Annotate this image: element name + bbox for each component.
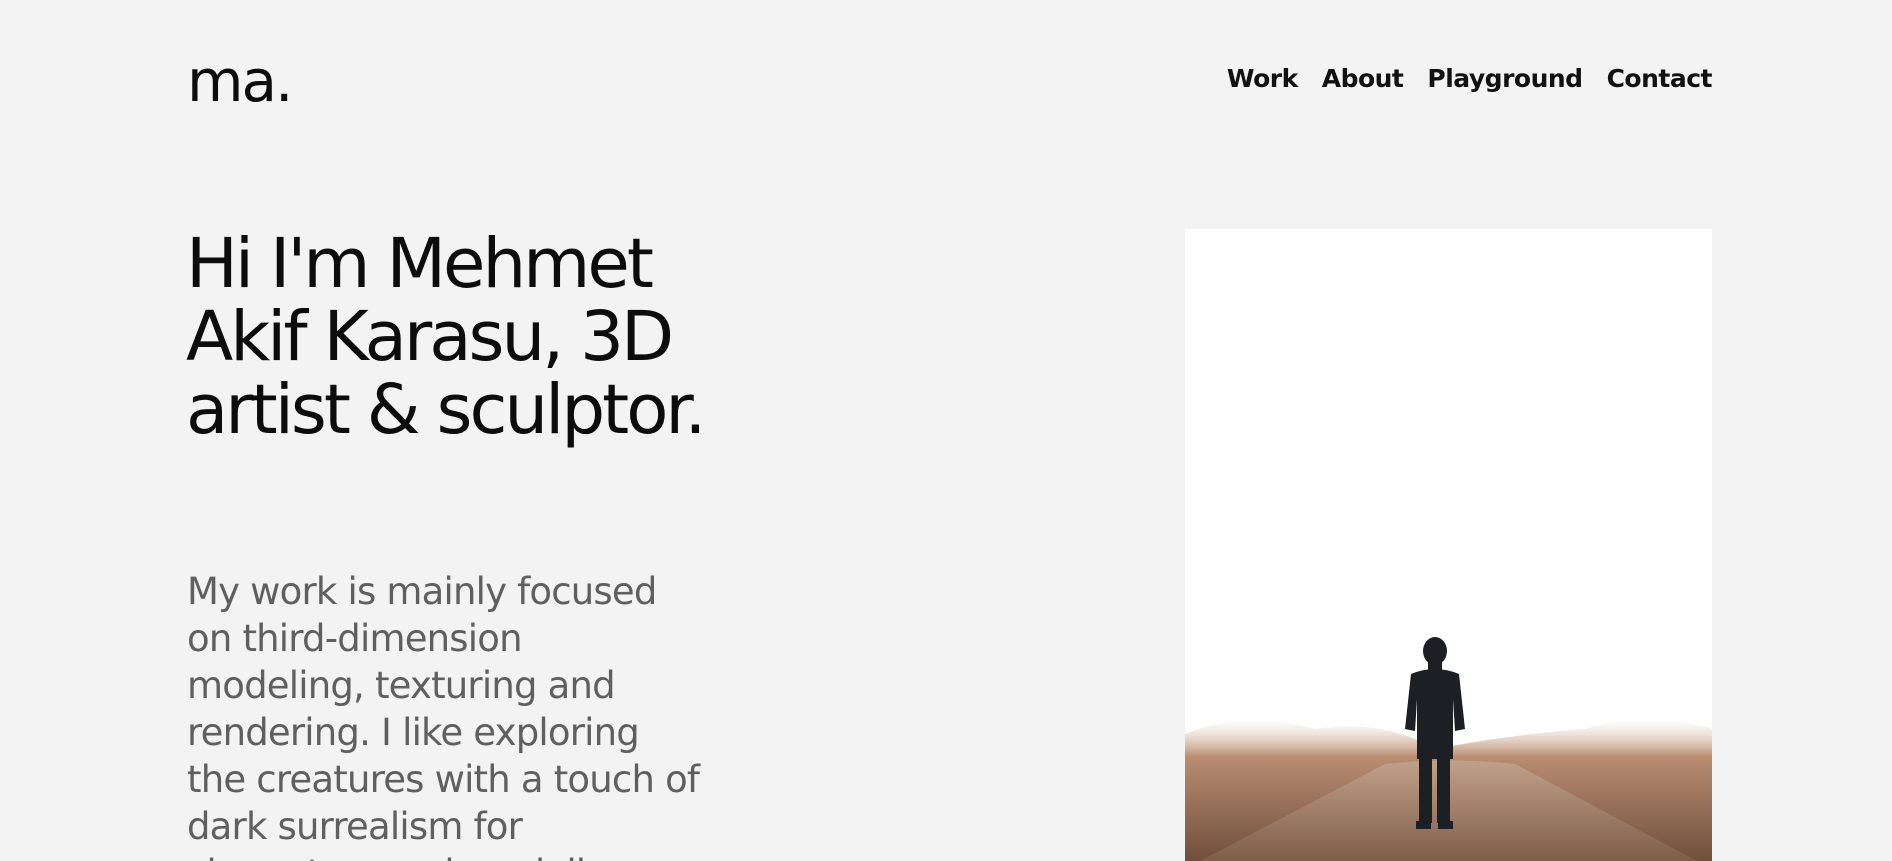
hero-description: My work is mainly focused on third-dimen… [187,570,700,861]
page: ma. Work About Playground Contact Hi I'm… [0,0,1892,861]
main-nav: Work About Playground Contact [1227,64,1713,94]
site-logo[interactable]: ma. [187,52,293,110]
nav-item-about[interactable]: About [1322,64,1404,94]
hero-image [1185,229,1712,861]
person-walking-on-road-photo-icon [1185,229,1712,861]
nav-item-playground[interactable]: Playground [1427,64,1583,94]
nav-item-contact[interactable]: Contact [1607,64,1713,94]
hero-title: Hi I'm Mehmet Akif Karasu, 3D artist & s… [186,224,706,450]
nav-item-work[interactable]: Work [1227,64,1298,94]
